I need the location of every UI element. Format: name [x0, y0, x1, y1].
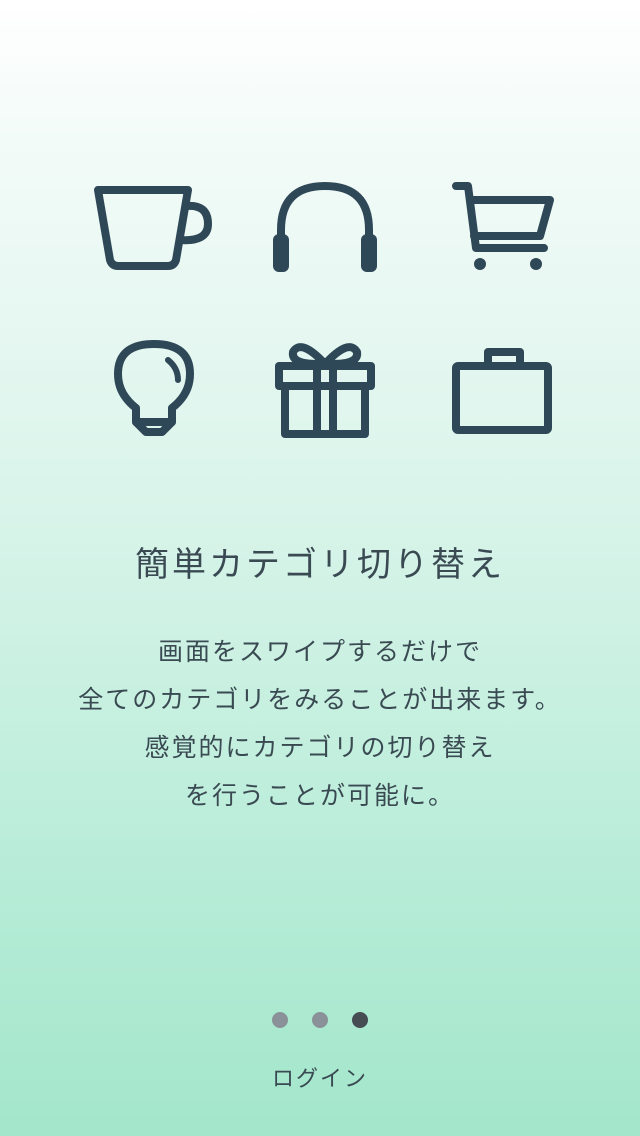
login-button[interactable]: ログイン [220, 1060, 420, 1094]
description-line: 画面をスワイプするだけで [157, 637, 482, 666]
coffee-cup-icon [84, 168, 224, 288]
onboarding-title: 簡単カテゴリ切り替え [135, 545, 505, 585]
onboarding-description: 画面をスワイプするだけで 全てのカテゴリをみることが出来ます。 感覚的にカテゴリ… [20, 628, 620, 820]
gift-icon [255, 330, 395, 450]
page-indicator[interactable] [0, 1012, 640, 1032]
shopping-cart-icon [432, 168, 572, 288]
light-bulb-icon [84, 330, 224, 450]
description-line: 全てのカテゴリをみることが出来ます。 [78, 685, 562, 714]
description-line: 感覚的にカテゴリの切り替え [144, 733, 496, 762]
page-dot-2[interactable] [312, 1012, 328, 1028]
briefcase-icon [432, 330, 572, 450]
page-dot-3-active[interactable] [352, 1012, 368, 1028]
headphones-icon [255, 168, 395, 288]
description-line: を行うことが可能に。 [184, 781, 455, 810]
feature-icon-grid [0, 0, 640, 460]
page-dot-1[interactable] [272, 1012, 288, 1028]
